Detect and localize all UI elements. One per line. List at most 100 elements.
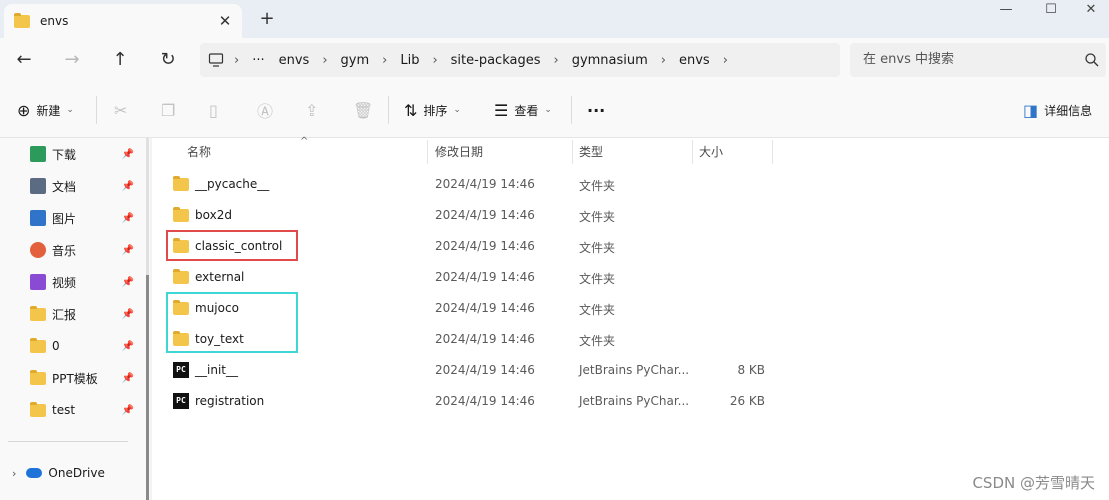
close-window-button[interactable]: ✕ <box>1068 0 1109 20</box>
sidebar-item[interactable]: 下载 📌 <box>30 142 140 166</box>
chevron-right-icon: › <box>12 466 17 480</box>
delete-button[interactable]: 🗑 <box>353 99 379 121</box>
copy-button[interactable]: ❐ <box>161 99 181 121</box>
watermark: CSDN @芳雪晴天 <box>972 474 1095 492</box>
sidebar-item-label: 图片 <box>52 211 77 226</box>
scrollbar-thumb[interactable] <box>146 275 149 500</box>
view-label: 查看 <box>514 103 539 118</box>
breadcrumb-item-site-packages[interactable]: site-packages <box>451 53 541 68</box>
breadcrumb-item-lib[interactable]: Lib <box>400 53 419 68</box>
sidebar-item[interactable]: test 📌 <box>30 398 140 422</box>
sidebar-item[interactable]: 0 📌 <box>30 334 140 358</box>
highlight-box-cyan <box>166 292 298 353</box>
divider <box>96 96 97 124</box>
folder-icon <box>30 305 46 321</box>
sort-button[interactable]: ⇅ 排序 ⌄ <box>404 99 461 121</box>
pin-icon[interactable]: 📌 <box>122 341 134 352</box>
new-button[interactable]: ⊕ 新建 ⌄ <box>17 99 74 121</box>
file-type: 文件夹 <box>579 210 616 224</box>
document-icon <box>30 178 46 194</box>
details-label: 详细信息 <box>1044 103 1093 118</box>
file-date: 2024/4/19 14:46 <box>435 177 535 191</box>
pin-icon[interactable]: 📌 <box>122 213 134 224</box>
file-row[interactable]: PC __init__ 2024/4/19 14:46 JetBrains PyCha… <box>152 355 1109 386</box>
pin-icon[interactable]: 📌 <box>122 309 134 320</box>
view-button[interactable]: ☰ 查看 ⌄ <box>494 99 552 121</box>
rename-icon: Ⓐ <box>257 102 274 121</box>
back-button[interactable]: ← <box>12 48 36 72</box>
forward-button[interactable]: → <box>60 48 84 72</box>
column-divider[interactable] <box>427 140 428 164</box>
sidebar-item-onedrive[interactable]: › OneDrive <box>12 461 122 485</box>
sidebar-item[interactable]: 图片 📌 <box>30 206 140 230</box>
more-options-button[interactable]: ··· <box>587 99 605 121</box>
refresh-button[interactable]: ↻ <box>156 48 180 72</box>
file-row[interactable]: box2d 2024/4/19 14:46 文件夹 <box>152 200 1109 231</box>
column-header-type[interactable]: 类型 <box>579 138 603 166</box>
column-header-date[interactable]: 修改日期 <box>435 138 483 166</box>
file-row[interactable]: external 2024/4/19 14:46 文件夹 <box>152 262 1109 293</box>
pin-icon[interactable]: 📌 <box>122 181 134 192</box>
breadcrumb-item-envs-current[interactable]: envs <box>679 53 710 68</box>
sidebar-item[interactable]: 文档 📌 <box>30 174 140 198</box>
sidebar-item-label: 文档 <box>52 179 77 194</box>
breadcrumb-item-gymnasium[interactable]: gymnasium <box>572 53 648 68</box>
share-button[interactable]: ⇪ <box>305 99 324 121</box>
plus-circle-icon: ⊕ <box>17 100 31 120</box>
column-divider[interactable] <box>572 140 573 164</box>
file-date: 2024/4/19 14:46 <box>435 394 535 408</box>
picture-icon <box>30 210 46 226</box>
computer-icon <box>208 53 224 67</box>
breadcrumb-item-envs[interactable]: envs <box>279 53 310 68</box>
view-list-icon: ☰ <box>494 100 509 120</box>
pin-icon[interactable]: 📌 <box>122 149 134 160</box>
folder-icon <box>173 269 189 284</box>
file-row[interactable]: __pycache__ 2024/4/19 14:46 文件夹 <box>152 169 1109 200</box>
sidebar-item-label: 0 <box>52 339 60 353</box>
minimize-button[interactable]: — <box>983 0 1029 20</box>
file-date: 2024/4/19 14:46 <box>435 301 535 315</box>
new-tab-button[interactable]: + <box>256 8 278 30</box>
file-name: __pycache__ <box>195 177 270 191</box>
chevron-down-icon: ⌄ <box>544 105 552 115</box>
search-input[interactable]: 在 envs 中搜索 <box>850 43 1106 77</box>
pin-icon[interactable]: 📌 <box>122 245 134 256</box>
tab-envs[interactable]: envs ✕ <box>4 4 242 38</box>
folder-icon <box>30 337 46 353</box>
sidebar-item[interactable]: 音乐 📌 <box>30 238 140 262</box>
folder-icon <box>30 401 46 417</box>
up-button[interactable]: ↑ <box>108 48 132 72</box>
column-header-name[interactable]: 名称 <box>187 138 211 166</box>
pin-icon[interactable]: 📌 <box>122 405 134 416</box>
sidebar-item[interactable]: 视频 📌 <box>30 270 140 294</box>
sort-label: 排序 <box>423 103 448 118</box>
title-bar: envs ✕ + — ☐ ✕ <box>0 0 1109 38</box>
close-tab-icon[interactable]: ✕ <box>216 12 234 30</box>
file-row[interactable]: PC registration 2024/4/19 14:46 JetBrains P… <box>152 386 1109 417</box>
pin-icon[interactable]: 📌 <box>122 373 134 384</box>
column-header-size[interactable]: 大小 <box>699 138 723 166</box>
sort-icon: ⇅ <box>404 100 418 120</box>
details-pane-button[interactable]: ◨ 详细信息 <box>1023 99 1092 121</box>
chevron-right-icon[interactable]: › <box>723 53 728 68</box>
pin-icon[interactable]: 📌 <box>122 277 134 288</box>
sidebar-item[interactable]: PPT模板 📌 <box>30 366 140 390</box>
file-type: 文件夹 <box>579 303 616 317</box>
file-size: 26 KB <box>729 394 765 408</box>
address-bar[interactable]: › ··· envs › gym › Lib › site-packages ›… <box>200 43 840 77</box>
chevron-right-icon: › <box>382 52 388 68</box>
column-divider[interactable] <box>772 140 773 164</box>
paste-button[interactable]: ▯ <box>209 99 224 121</box>
scissors-icon: ✂ <box>114 100 128 120</box>
breadcrumb-ellipsis[interactable]: ··· <box>252 53 264 68</box>
column-divider[interactable] <box>692 140 693 164</box>
rename-button[interactable]: Ⓐ <box>257 99 279 121</box>
sort-caret-icon: ^ <box>300 136 309 147</box>
file-name: external <box>195 270 245 284</box>
download-icon <box>30 146 46 162</box>
breadcrumb-item-gym[interactable]: gym <box>341 53 370 68</box>
sidebar-item[interactable]: 汇报 📌 <box>30 302 140 326</box>
cut-button[interactable]: ✂ <box>114 99 133 121</box>
chevron-down-icon: ⌄ <box>66 105 74 115</box>
divider <box>388 96 389 124</box>
